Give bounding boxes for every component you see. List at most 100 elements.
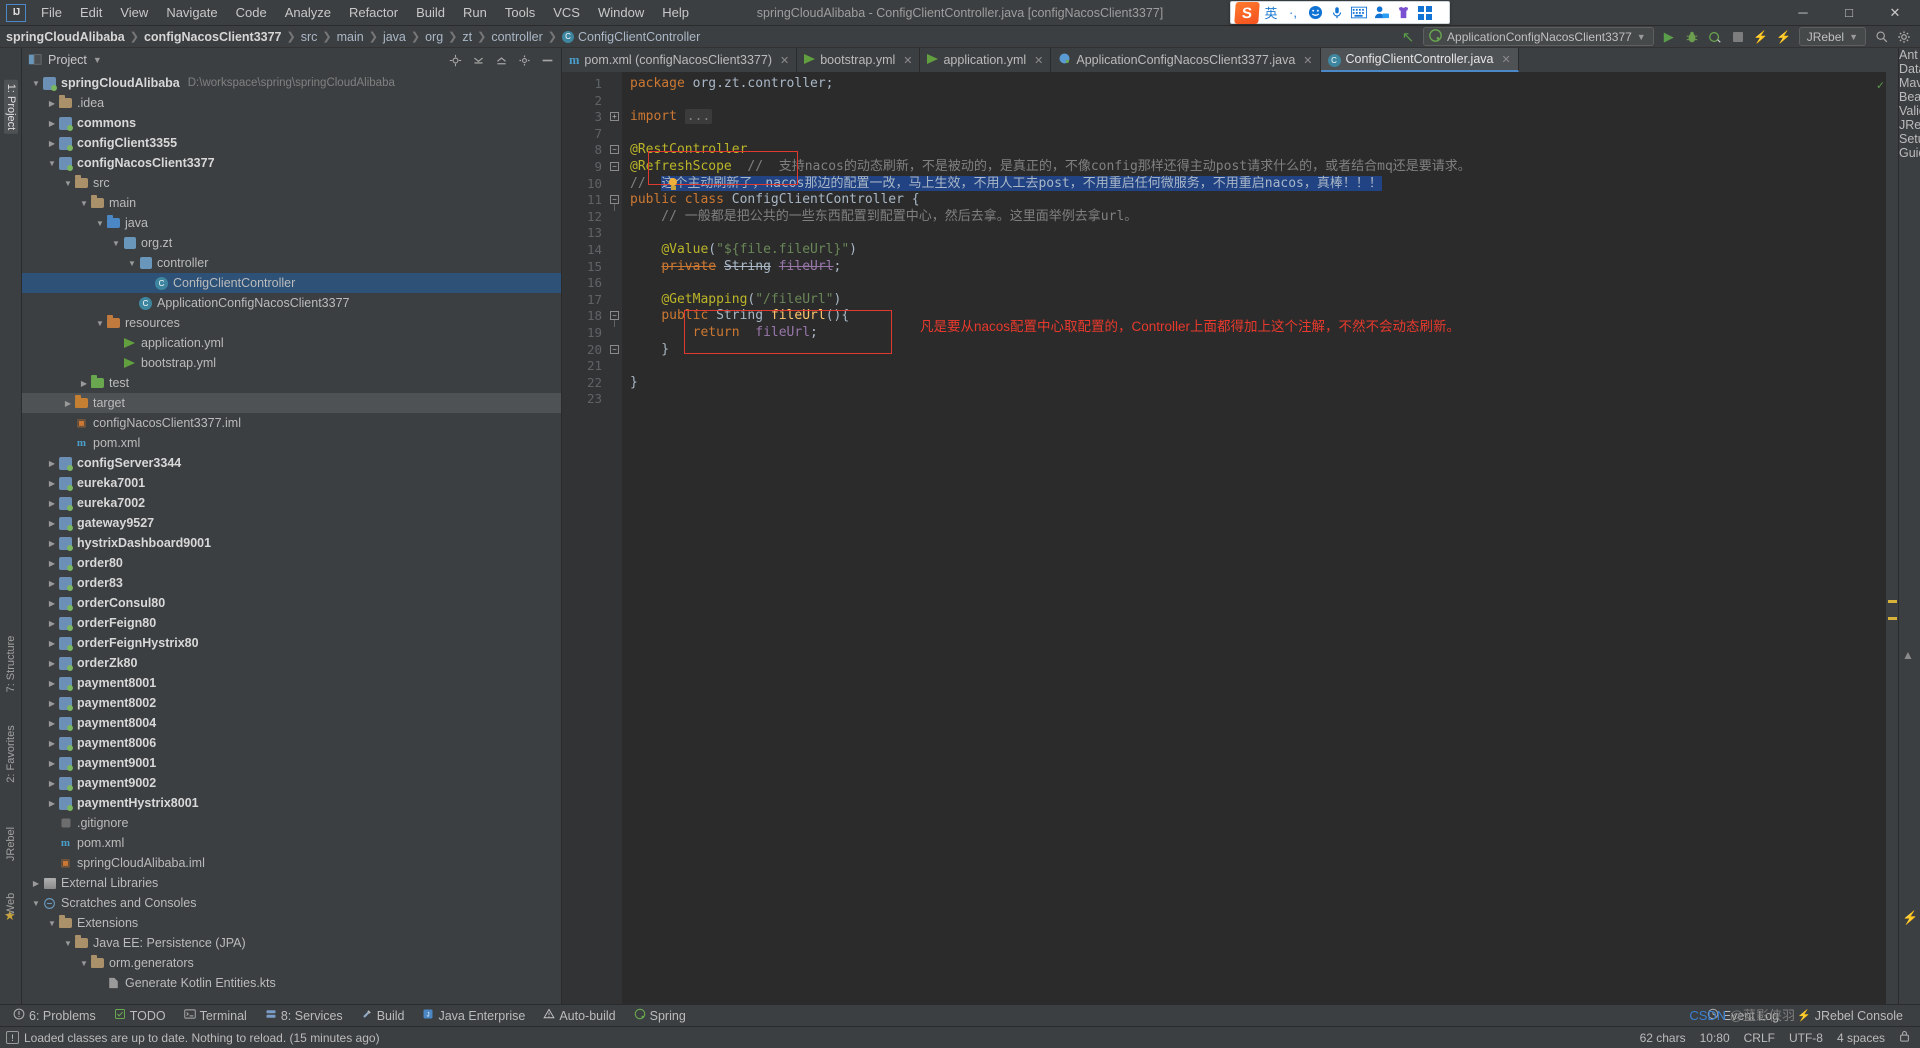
tree-row[interactable]: Generate Kotlin Entities.kts xyxy=(22,973,561,993)
jrebel-selector[interactable]: JRebel ▼ xyxy=(1798,27,1866,46)
ime-emoji-icon[interactable] xyxy=(1305,3,1325,23)
code-line[interactable]: package org.zt.controller; xyxy=(622,76,1898,93)
code-line[interactable] xyxy=(622,391,1898,408)
tree-row[interactable]: m pom.xml xyxy=(22,833,561,853)
settings-gear-icon[interactable] xyxy=(1896,29,1912,45)
tree-row[interactable]: ▣ springCloudAlibaba.iml xyxy=(22,853,561,873)
code-line[interactable]: @RefreshScope // 支持nacos的动态刷新，不是被动的，是真正的… xyxy=(622,159,1898,176)
chevron-down-icon[interactable]: ▼ xyxy=(46,159,58,168)
chevron-right-icon[interactable]: ▶ xyxy=(46,799,58,808)
menu-item-navigate[interactable]: Navigate xyxy=(157,2,226,23)
ime-skin-icon[interactable] xyxy=(1393,3,1413,23)
chevron-right-icon[interactable]: ▶ xyxy=(46,639,58,648)
sogou-logo-icon[interactable]: S xyxy=(1234,1,1260,24)
debug-icon[interactable] xyxy=(1684,29,1700,45)
menu-item-analyze[interactable]: Analyze xyxy=(276,2,340,23)
tree-row[interactable]: ▶ payment8001 xyxy=(22,673,561,693)
chevron-right-icon[interactable]: ▶ xyxy=(62,399,74,408)
bottom-item-todo[interactable]: TODO xyxy=(105,1005,175,1027)
code-line[interactable]: public class ConfigClientController { xyxy=(622,192,1898,209)
tree-row[interactable]: ▼ configNacosClient3377 xyxy=(22,153,561,173)
tree-row[interactable]: ▼ java xyxy=(22,213,561,233)
code-content[interactable]: 凡是要从nacos配置中心取配置的，Controller上面都得加上这个注解，不… xyxy=(622,72,1898,1004)
chevron-down-icon[interactable]: ▼ xyxy=(30,79,42,88)
chevron-down-icon[interactable]: ▼ xyxy=(78,959,90,968)
tree-row[interactable]: ▶ orderFeignHystrix80 xyxy=(22,633,561,653)
close-tab-icon[interactable]: ✕ xyxy=(1502,53,1511,66)
menu-item-refactor[interactable]: Refactor xyxy=(340,2,407,23)
bottom-item-build[interactable]: Build xyxy=(352,1005,414,1027)
chevron-right-icon[interactable]: ▶ xyxy=(46,619,58,628)
close-tab-icon[interactable]: ✕ xyxy=(903,54,912,67)
bottom-item-terminal[interactable]: Terminal xyxy=(175,1005,256,1027)
breadcrumb-item-zt[interactable]: zt xyxy=(462,30,472,44)
chevron-right-icon[interactable]: ▶ xyxy=(46,699,58,708)
back-arrow-icon[interactable]: ↖ xyxy=(1400,29,1416,46)
tree-row[interactable]: C ApplicationConfigNacosClient3377 xyxy=(22,293,561,313)
chevron-down-icon[interactable]: ▼ xyxy=(110,239,122,248)
menu-item-tools[interactable]: Tools xyxy=(496,2,544,23)
tree-row[interactable]: ▣ configNacosClient3377.iml xyxy=(22,413,561,433)
editor-tab[interactable]: C ConfigClientController.java ✕ xyxy=(1320,48,1519,72)
chevron-right-icon[interactable]: ▶ xyxy=(46,99,58,108)
rail-item-project[interactable]: 1: Project xyxy=(3,79,18,135)
run-with-coverage-icon[interactable] xyxy=(1707,29,1723,45)
chevron-right-icon[interactable]: ▶ xyxy=(46,559,58,568)
editor-tabs[interactable]: m pom.xml (configNacosClient3377) ✕ bootstr… xyxy=(562,48,1898,72)
chevron-right-icon[interactable]: ▶ xyxy=(46,739,58,748)
locate-file-icon[interactable] xyxy=(447,52,463,68)
jrebel-debug-icon[interactable]: ⚡ xyxy=(1776,29,1792,45)
tree-row[interactable]: ▼ Java EE: Persistence (JPA) xyxy=(22,933,561,953)
ime-keyboard-icon[interactable] xyxy=(1349,3,1369,23)
tree-row[interactable]: ▶ orderFeign80 xyxy=(22,613,561,633)
chevron-right-icon[interactable]: ▶ xyxy=(46,479,58,488)
code-line[interactable]: @Value("${file.fileUrl}") xyxy=(622,242,1898,259)
tree-row[interactable]: ▶ eureka7001 xyxy=(22,473,561,493)
menu-item-run[interactable]: Run xyxy=(454,2,496,23)
chevron-down-icon[interactable]: ▼ xyxy=(94,219,106,228)
status-indent[interactable]: 4 spaces xyxy=(1837,1031,1885,1045)
tree-row[interactable]: ▶ payment8004 xyxy=(22,713,561,733)
expand-all-icon[interactable] xyxy=(470,52,486,68)
tree-row[interactable]: ▼ resources xyxy=(22,313,561,333)
tree-row[interactable]: ▶ payment8006 xyxy=(22,733,561,753)
fold-collapse-icon[interactable]: − xyxy=(610,311,619,321)
menu-item-vcs[interactable]: VCS xyxy=(544,2,589,23)
bottom-item-java-enterprise[interactable]: J Java Enterprise xyxy=(413,1005,534,1027)
rail-item-structure[interactable]: 7: Structure xyxy=(5,636,17,693)
code-line[interactable] xyxy=(622,275,1898,292)
code-line[interactable]: @GetMapping("/fileUrl") xyxy=(622,292,1898,309)
tree-row[interactable]: ▼ org.zt xyxy=(22,233,561,253)
minimize-button[interactable]: ─ xyxy=(1780,0,1826,26)
tree-row[interactable]: ▶ eureka7002 xyxy=(22,493,561,513)
close-tab-icon[interactable]: ✕ xyxy=(1303,54,1312,67)
tree-row[interactable]: ▼ main xyxy=(22,193,561,213)
bottom-item-services[interactable]: 8: Services xyxy=(256,1005,352,1027)
code-line[interactable] xyxy=(622,126,1898,143)
status-encoding[interactable]: UTF-8 xyxy=(1789,1031,1823,1045)
status-caret-position[interactable]: 10:80 xyxy=(1700,1031,1730,1045)
menu-bar[interactable]: File Edit View Navigate Code Analyze Ref… xyxy=(32,2,698,23)
chevron-right-icon[interactable]: ▶ xyxy=(46,779,58,788)
chevron-down-icon[interactable]: ▼ xyxy=(78,199,90,208)
search-everywhere-icon[interactable] xyxy=(1873,29,1889,45)
tree-row[interactable]: ▶ payment9002 xyxy=(22,773,561,793)
editor-tab[interactable]: ApplicationConfigNacosClient3377.java ✕ xyxy=(1051,48,1321,72)
project-settings-icon[interactable] xyxy=(516,52,532,68)
tree-row[interactable]: ▶ configServer3344 xyxy=(22,453,561,473)
breadcrumb-item-class[interactable]: ConfigClientController xyxy=(578,30,700,44)
chevron-right-icon[interactable]: ▶ xyxy=(46,119,58,128)
ime-punctuation-icon[interactable]: ·, xyxy=(1283,3,1303,23)
maximize-button[interactable]: □ xyxy=(1826,0,1872,26)
chevron-right-icon[interactable]: ▶ xyxy=(46,599,58,608)
rail-item-jrebel-setup-guide[interactable]: JRebel Setup Guide xyxy=(1899,118,1920,160)
fold-collapse-icon[interactable]: − xyxy=(610,145,619,155)
tree-row[interactable]: application.yml xyxy=(22,333,561,353)
tree-row[interactable]: ▼ controller xyxy=(22,253,561,273)
tree-row[interactable]: ▶ paymentHystrix8001 xyxy=(22,793,561,813)
tree-row[interactable]: ▼ orm.generators xyxy=(22,953,561,973)
chevron-down-icon[interactable]: ▼ xyxy=(93,55,102,65)
code-editor[interactable]: 1 2 3 7 8 9 10 11 12 13 14 15 16 17 18 19 20 21 22 23 + − − − −… xyxy=(562,72,1898,1004)
code-line[interactable]: import ... xyxy=(622,109,1898,126)
fold-collapse-icon[interactable]: − xyxy=(610,344,619,354)
